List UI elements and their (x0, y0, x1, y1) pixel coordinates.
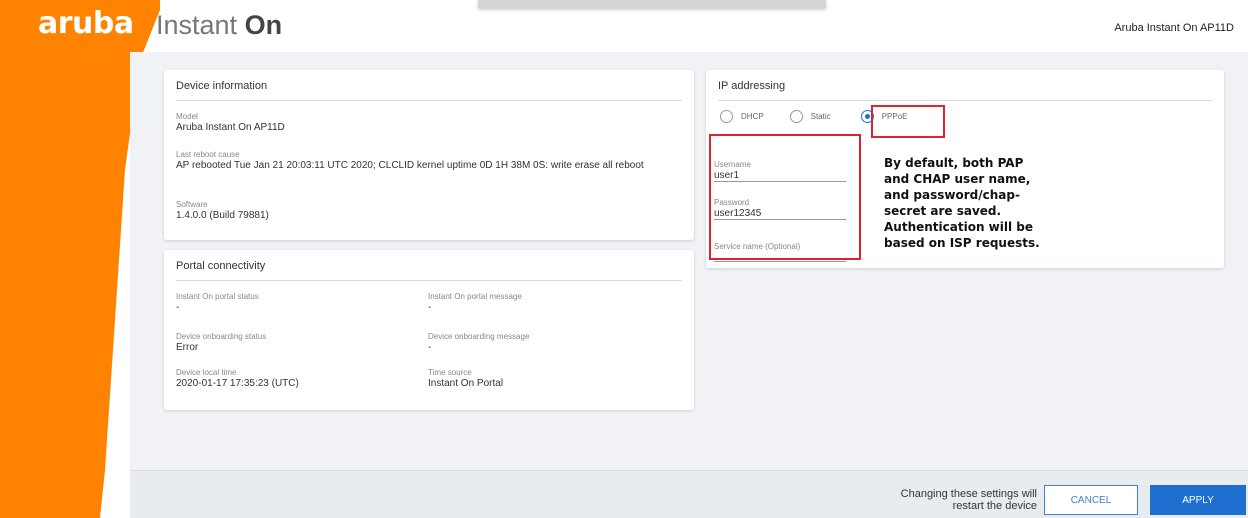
onboarding-status-label: Device onboarding status (176, 332, 267, 341)
main-content: Device information Model Aruba Instant O… (130, 52, 1248, 470)
model-label: Model (176, 112, 198, 121)
reboot-cause-field: Last reboot cause AP rebooted Tue Jan 21… (176, 150, 686, 171)
device-information-card: Device information Model Aruba Instant O… (164, 70, 694, 240)
portal-status-field: Instant On portal status - (176, 292, 416, 313)
product-name: Instant On (156, 10, 282, 41)
footer-bar: Changing these settings will restart the… (130, 470, 1248, 518)
annotation-note: By default, both PAP and CHAP user name,… (884, 156, 1040, 250)
product-prefix: Instant (156, 10, 245, 40)
portal-message-field: Instant On portal message - (428, 292, 668, 313)
software-field: Software 1.4.0.0 (Build 79881) (176, 200, 686, 221)
credentials-highlight-box (709, 134, 861, 260)
portal-message-label: Instant On portal message (428, 292, 522, 301)
time-source-value: Instant On Portal (428, 378, 504, 389)
portal-connectivity-title: Portal connectivity (176, 250, 682, 281)
portal-connectivity-card: Portal connectivity Instant On portal st… (164, 250, 694, 410)
onboarding-message-field: Device onboarding message - (428, 332, 668, 353)
portal-status-label: Instant On portal status (176, 292, 259, 301)
onboarding-status-field: Device onboarding status Error (176, 332, 416, 353)
software-value: 1.4.0.0 (Build 79881) (176, 210, 269, 221)
apply-button[interactable]: APPLY (1150, 485, 1246, 515)
ip-addressing-title: IP addressing (718, 70, 1212, 101)
local-time-label: Device local time (176, 368, 237, 377)
device-information-title: Device information (176, 70, 682, 101)
aruba-logo: aruba (38, 6, 134, 41)
reboot-cause-value: AP rebooted Tue Jan 21 20:03:11 UTC 2020… (176, 160, 644, 171)
model-value: Aruba Instant On AP11D (176, 122, 285, 133)
product-suffix: On (244, 10, 283, 40)
onboarding-message-value: - (428, 342, 432, 353)
pppoe-highlight-box (871, 105, 945, 138)
software-label: Software (176, 200, 208, 209)
dhcp-radio-circle[interactable] (720, 110, 733, 123)
restart-warning: Changing these settings will restart the… (900, 488, 1037, 512)
device-title: Aruba Instant On AP11D (1114, 22, 1234, 34)
time-source-label: Time source (428, 368, 472, 377)
local-time-field: Device local time 2020-01-17 17:35:23 (U… (176, 368, 416, 389)
onboarding-message-label: Device onboarding message (428, 332, 530, 341)
portal-status-value: - (176, 302, 180, 313)
app-window: aruba Instant On Aruba Instant On AP11D … (0, 0, 1248, 518)
model-field: Model Aruba Instant On AP11D (176, 112, 686, 133)
time-source-field: Time source Instant On Portal (428, 368, 668, 389)
dhcp-radio-label: DHCP (741, 112, 764, 121)
onboarding-status-value: Error (176, 342, 199, 353)
static-radio[interactable]: Static (789, 110, 831, 123)
static-radio-circle[interactable] (789, 110, 803, 123)
dhcp-radio[interactable]: DHCP (720, 110, 764, 123)
portal-message-value: - (428, 302, 432, 313)
local-time-value: 2020-01-17 17:35:23 (UTC) (176, 378, 299, 389)
cancel-button[interactable]: CANCEL (1044, 485, 1138, 515)
static-radio-label: Static (810, 112, 831, 121)
reboot-cause-label: Last reboot cause (176, 150, 240, 159)
top-bar: aruba Instant On Aruba Instant On AP11D (0, 0, 1248, 52)
